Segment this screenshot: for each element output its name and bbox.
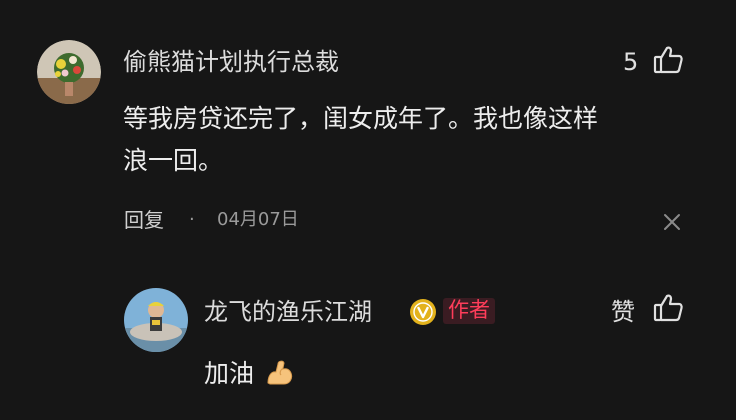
- avatar[interactable]: [37, 40, 101, 104]
- thumbs-up-icon[interactable]: [652, 292, 684, 328]
- comment-date: 04月07日: [217, 209, 299, 230]
- verified-badge-icon: [409, 298, 437, 330]
- reply-button[interactable]: 回复: [124, 210, 164, 230]
- reply-avatar[interactable]: [124, 288, 188, 352]
- author-badge: 作者: [443, 298, 495, 324]
- meta-separator: ·: [189, 209, 195, 230]
- like-label: 赞: [611, 298, 635, 326]
- reply-username[interactable]: 龙飞的渔乐江湖: [204, 300, 372, 324]
- like-count: 5: [623, 48, 639, 76]
- reply-text: 加油: [204, 359, 255, 388]
- comment-text-line-1: 等我房贷还完了，闺女成年了。我也像这样: [123, 104, 599, 133]
- comment-username[interactable]: 偷熊猫计划执行总裁: [123, 50, 339, 74]
- comment-text-line-2: 浪一回。: [123, 146, 224, 175]
- thumbs-up-icon[interactable]: [652, 44, 684, 80]
- flexed-biceps-icon: [264, 356, 296, 392]
- close-icon[interactable]: [662, 212, 682, 236]
